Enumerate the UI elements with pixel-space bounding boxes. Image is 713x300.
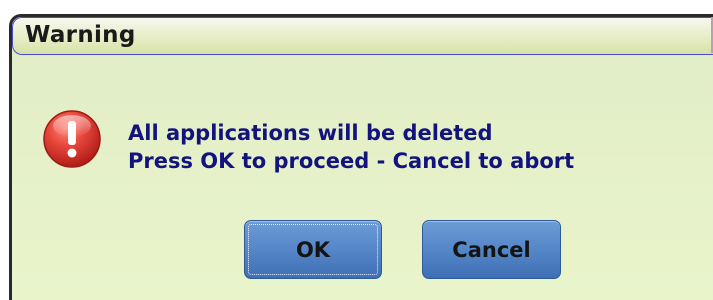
- message-line-1: All applications will be deleted: [128, 121, 493, 145]
- dialog-message: All applications will be deleted Press O…: [128, 119, 574, 175]
- warning-exclamation-icon: [43, 110, 101, 168]
- dialog-titlebar[interactable]: Warning: [12, 17, 713, 55]
- cancel-button[interactable]: Cancel: [422, 220, 561, 279]
- warning-dialog: Warning All applications will be deleted…: [9, 14, 713, 300]
- dialog-title: Warning: [25, 22, 136, 48]
- ok-button[interactable]: OK: [244, 220, 382, 279]
- message-line-2: Press OK to proceed - Cancel to abort: [128, 149, 575, 173]
